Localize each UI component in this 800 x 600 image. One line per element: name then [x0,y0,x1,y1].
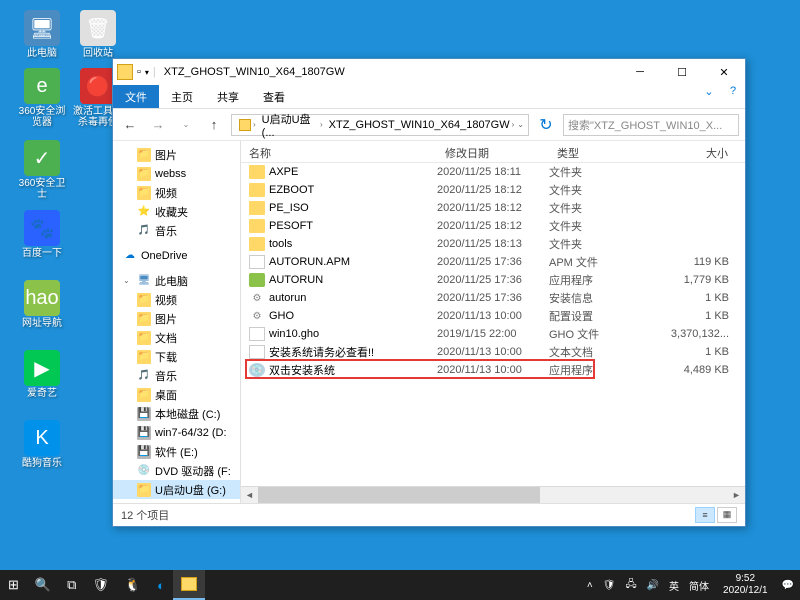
explorer-taskbar[interactable] [173,570,205,600]
folder-icon [117,64,133,80]
tray-volume-icon[interactable]: 🔊 [645,580,661,591]
tree-node[interactable]: 🎵音乐 [113,221,240,240]
status-bar: 12 个项目 ≡ ▦ [113,503,745,525]
file-row[interactable]: tools2020/11/25 18:13文件夹 [241,235,745,253]
file-row[interactable]: ⚙GHO2020/11/13 10:00配置设置1 KB [241,307,745,325]
tab-file[interactable]: 文件 [113,85,159,108]
file-row[interactable]: ⚙autorun2020/11/25 17:36安装信息1 KB [241,289,745,307]
tree-node[interactable]: ⌄🖥此电脑 [113,271,240,290]
window-title: XTZ_GHOST_WIN10_X64_1807GW [160,66,345,78]
desktop-icon[interactable]: 🐾百度一下 [16,210,68,259]
close-button[interactable]: ✕ [703,59,745,85]
recent-dropdown[interactable]: ⌄ [175,114,197,136]
desktop-icon[interactable]: e360安全浏览器 [16,68,68,128]
qat-props[interactable]: ▫ [137,66,141,78]
qat-dropdown[interactable]: ▾ [145,68,149,77]
col-date[interactable]: 修改日期 [437,141,549,162]
col-name[interactable]: 名称 [241,141,437,162]
ime-mode[interactable]: 简体 [687,578,711,593]
tab-home[interactable]: 主页 [159,85,205,108]
clock[interactable]: 9:522020/12/1 [717,573,774,597]
desktop-icon[interactable]: K酷狗音乐 [16,420,68,469]
breadcrumb[interactable]: › U启动U盘 (...› XTZ_GHOST_WIN10_X64_1807GW… [231,114,529,136]
file-row[interactable]: EZBOOT2020/11/25 18:12文件夹 [241,181,745,199]
task-view-icon[interactable]: ⧉ [59,570,84,600]
tree-node[interactable]: 💿DVD 驱动器 (F: [113,461,240,480]
tree-node[interactable]: 📁U启动U盘 (G:) [113,480,240,499]
app-2[interactable]: 🐧 [117,570,149,600]
help-icon[interactable]: ? [721,85,745,108]
tab-share[interactable]: 共享 [205,85,251,108]
ribbon-expand-icon[interactable]: ⌄ [697,85,721,108]
file-row[interactable]: 💿双击安装系统2020/11/13 10:00应用程序4,489 KB [241,361,745,379]
taskbar[interactable]: ⊞ 🔍 ⧉ 🛡 🐧 ◐ ˄ 🛡 🖧 🔊 英 简体 9:522020/12/1 💬 [0,570,800,600]
scrollbar-horizontal[interactable]: ◄► [241,486,745,503]
desktop-icon[interactable]: ✓360安全卫士 [16,140,68,200]
app-1[interactable]: 🛡 [84,570,117,600]
file-row[interactable]: AUTORUN2020/11/25 17:36应用程序1,779 KB [241,271,745,289]
tree-node[interactable]: 💾软件 (E:) [113,442,240,461]
search-icon[interactable]: 🔍 [27,570,59,600]
item-count: 12 个项目 [121,507,169,523]
file-list[interactable]: 名称 修改日期 类型 大小 AXPE2020/11/25 18:11文件夹EZB… [241,141,745,503]
file-row[interactable]: AUTORUN.APM2020/11/25 17:36APM 文件119 KB [241,253,745,271]
tray-shield-icon[interactable]: 🛡 [601,580,618,591]
back-button[interactable]: ← [119,114,141,136]
view-icons-button[interactable]: ▦ [717,507,737,523]
maximize-button[interactable]: ☐ [661,59,703,85]
column-headers: 名称 修改日期 类型 大小 [241,141,745,163]
desktop-icon[interactable]: hao网址导航 [16,280,68,329]
refresh-button[interactable]: ↻ [535,115,557,135]
titlebar[interactable]: ▫ ▾ | XTZ_GHOST_WIN10_X64_1807GW ─ ☐ ✕ [113,59,745,85]
col-size[interactable]: 大小 [639,141,745,162]
tree-node[interactable]: 📁图片 [113,145,240,164]
col-type[interactable]: 类型 [549,141,639,162]
tree-node[interactable]: 💾本地磁盘 (C:) [113,404,240,423]
nav-tree[interactable]: 📁图片📁webss📁视频⭐收藏夹🎵音乐☁OneDrive⌄🖥此电脑📁视频📁图片📁… [113,141,241,503]
minimize-button[interactable]: ─ [619,59,661,85]
search-input[interactable]: 搜索"XTZ_GHOST_WIN10_X... [563,114,739,136]
tree-node[interactable]: 📁下载 [113,347,240,366]
tree-node[interactable]: 💾win7-64/32 (D: [113,423,240,442]
tray-network-icon[interactable]: 🖧 [623,577,638,594]
desktop-icon[interactable]: ▶爱奇艺 [16,350,68,399]
address-bar: ← → ⌄ ↑ › U启动U盘 (...› XTZ_GHOST_WIN10_X6… [113,109,745,141]
tree-node[interactable]: 🎵音乐 [113,366,240,385]
tree-node[interactable]: ☁OneDrive [113,246,240,265]
tree-node[interactable]: 📁文档 [113,328,240,347]
file-row[interactable]: PE_ISO2020/11/25 18:12文件夹 [241,199,745,217]
view-details-button[interactable]: ≡ [695,507,715,523]
file-row[interactable]: PESOFT2020/11/25 18:12文件夹 [241,217,745,235]
tree-node[interactable]: 📁视频 [113,183,240,202]
desktop-icon[interactable]: 🖥此电脑 [16,10,68,59]
action-center-icon[interactable]: 💬 [780,580,796,591]
explorer-window: ▫ ▾ | XTZ_GHOST_WIN10_X64_1807GW ─ ☐ ✕ 文… [112,58,746,527]
tree-node[interactable]: 📁桌面 [113,385,240,404]
ribbon-tabs: 文件 主页 共享 查看 ⌄ ? [113,85,745,109]
start-button[interactable]: ⊞ [0,570,27,600]
ime-lang[interactable]: 英 [667,578,681,593]
system-tray[interactable]: ˄ 🛡 🖧 🔊 英 简体 9:522020/12/1 💬 [585,573,800,597]
tree-node[interactable]: 📁图片 [113,309,240,328]
forward-button[interactable]: → [147,114,169,136]
file-row[interactable]: AXPE2020/11/25 18:11文件夹 [241,163,745,181]
tray-up-icon[interactable]: ˄ [585,580,595,591]
up-button[interactable]: ↑ [203,114,225,136]
tab-view[interactable]: 查看 [251,85,297,108]
file-row[interactable]: 安装系统请务必查看!!2020/11/13 10:00文本文档1 KB [241,343,745,361]
app-3[interactable]: ◐ [149,570,173,600]
tree-node[interactable]: 📁视频 [113,290,240,309]
desktop-icon[interactable]: 🗑回收站 [72,10,124,59]
tree-node[interactable]: ⭐收藏夹 [113,202,240,221]
tree-node[interactable]: 📁webss [113,164,240,183]
file-row[interactable]: win10.gho2019/1/15 22:00GHO 文件3,370,132.… [241,325,745,343]
